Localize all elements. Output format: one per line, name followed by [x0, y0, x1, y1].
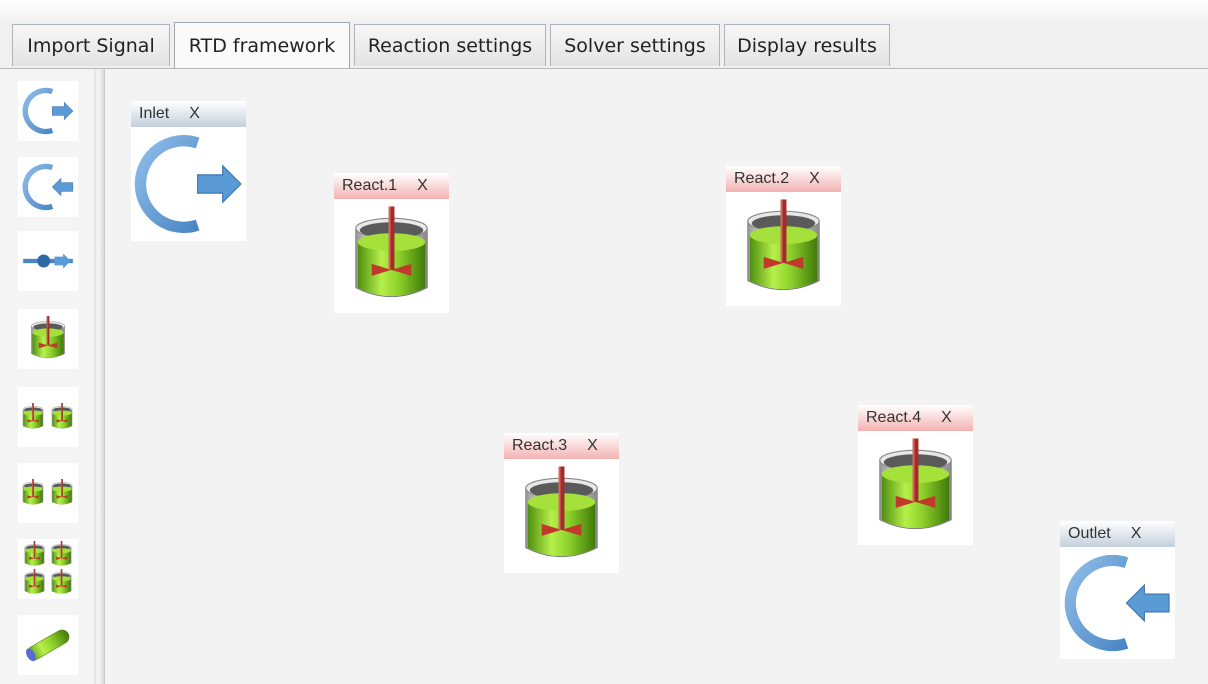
- close-icon[interactable]: X: [587, 437, 598, 455]
- node-inlet[interactable]: Inlet X: [131, 101, 246, 241]
- component-palette: [0, 69, 95, 684]
- plug-flow-tube-icon: [19, 616, 77, 674]
- close-icon[interactable]: X: [941, 409, 952, 427]
- outlet-icon: [21, 160, 75, 214]
- tab-display-results[interactable]: Display results: [724, 24, 890, 66]
- node-react-3[interactable]: React.3 X: [504, 433, 619, 573]
- tab-reaction-settings[interactable]: Reaction settings: [354, 24, 546, 66]
- reactor-icon: [525, 466, 598, 558]
- tab-bar: Import Signal RTD framework Reaction set…: [0, 0, 1208, 69]
- two-reactors-parallel-icon: [22, 478, 73, 505]
- node-title: Inlet: [139, 105, 170, 122]
- inlet-icon: [21, 84, 75, 138]
- node-title: React.4: [866, 409, 922, 426]
- node-title: Outlet: [1068, 525, 1111, 542]
- close-icon[interactable]: X: [189, 105, 200, 123]
- inlet-icon: [131, 127, 246, 241]
- reactor-icon: [747, 199, 820, 291]
- two-reactors-series-icon: [22, 402, 73, 429]
- palette-outlet[interactable]: [18, 157, 78, 217]
- four-reactors-icon: [24, 541, 72, 594]
- reactor-icon: [879, 438, 952, 530]
- rtd-canvas[interactable]: Inlet X React.1 X React.2 X React.3 X Re…: [105, 69, 1208, 684]
- node-outlet[interactable]: Outlet X: [1060, 521, 1175, 659]
- close-icon[interactable]: X: [1131, 525, 1142, 543]
- node-header[interactable]: React.2 X: [726, 166, 841, 192]
- node-header[interactable]: React.1 X: [334, 173, 449, 199]
- node-header[interactable]: React.3 X: [504, 433, 619, 459]
- node-header[interactable]: Outlet X: [1060, 521, 1175, 547]
- tab-import-signal[interactable]: Import Signal: [12, 24, 170, 66]
- palette-connector[interactable]: [18, 231, 78, 291]
- node-react-4[interactable]: React.4 X: [858, 405, 973, 545]
- tab-solver-settings[interactable]: Solver settings: [550, 24, 720, 66]
- palette-two-reactors-parallel[interactable]: [18, 463, 78, 523]
- palette-inlet[interactable]: [18, 81, 78, 141]
- node-header[interactable]: Inlet X: [131, 101, 246, 127]
- node-title: React.1: [342, 177, 398, 194]
- node-title: React.2: [734, 170, 790, 187]
- reactor-icon: [25, 316, 71, 362]
- palette-four-reactors[interactable]: [18, 539, 78, 599]
- close-icon[interactable]: X: [417, 177, 428, 195]
- palette-splitter[interactable]: [94, 69, 105, 684]
- close-icon[interactable]: X: [809, 170, 820, 188]
- outlet-icon: [1060, 547, 1175, 659]
- palette-reactor[interactable]: [18, 309, 78, 369]
- reactor-icon: [355, 206, 428, 298]
- node-react-2[interactable]: React.2 X: [726, 166, 841, 306]
- node-react-1[interactable]: React.1 X: [334, 173, 449, 313]
- palette-two-reactors-series[interactable]: [18, 387, 78, 447]
- tab-rtd-framework[interactable]: RTD framework: [174, 22, 350, 68]
- node-title: React.3: [512, 437, 568, 454]
- node-header[interactable]: React.4 X: [858, 405, 973, 431]
- palette-plug-flow-tube[interactable]: [18, 615, 78, 675]
- pipe-connector-icon: [21, 234, 75, 288]
